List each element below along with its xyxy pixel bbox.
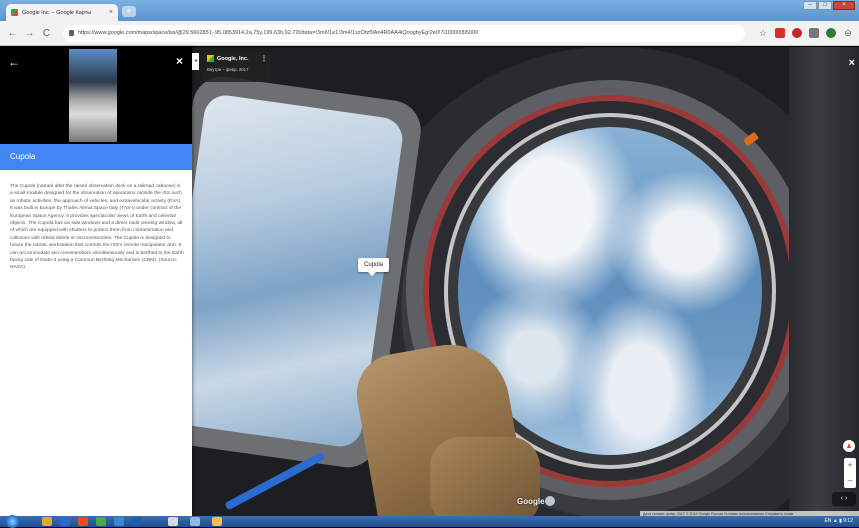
taskbar-app-icon[interactable] [60,517,70,526]
extension-icon-3[interactable] [809,28,819,38]
taskbar-app-icon[interactable] [190,517,200,526]
lock-icon [69,30,74,36]
extension-icon-2[interactable] [792,28,802,38]
more-options-icon[interactable]: ⋮ [261,55,267,62]
maximize-button[interactable]: □ [818,1,832,10]
profile-icon[interactable]: ⊖ [843,28,853,38]
taskbar-app-icon[interactable] [212,517,222,526]
extension-icon-1[interactable] [775,28,785,38]
start-button[interactable] [6,515,19,528]
tab-title: Google Inc. – Google Карты [22,9,92,16]
cupola-label[interactable]: Cupola [358,258,390,276]
bookmark-star-icon[interactable]: ☆ [758,28,768,38]
panel-title: Cupola [10,152,36,161]
cupola-photo[interactable] [69,49,117,142]
reload-button[interactable]: C [40,27,53,40]
taskbar-app-icon[interactable] [96,517,106,526]
close-street-view-icon[interactable]: × [849,57,855,69]
image-nav-arrows[interactable]: ‹ › [832,492,856,506]
address-bar[interactable]: https://www.google.com/maps/space/iss/@2… [63,24,745,42]
panel-photo[interactable]: ← × [0,47,192,144]
pegman-icon[interactable] [545,496,555,506]
place-name: Google, Inc. [217,55,249,62]
browser-toolbar: ← → C https://www.google.com/maps/space/… [0,21,859,46]
window-close-button[interactable]: × [833,1,855,10]
taskbar-app-icon[interactable] [114,517,124,526]
minimize-button[interactable]: – [803,1,817,10]
google-logo: Google [517,497,545,506]
window-controls: – □ × [803,1,855,10]
zoom-control[interactable]: + – [844,458,856,488]
address-url: https://www.google.com/maps/space/iss/@2… [78,30,479,36]
tab-close-icon[interactable]: × [109,9,113,16]
place-logo-icon [207,55,214,62]
back-button[interactable]: ← [6,27,19,40]
back-arrow-icon[interactable]: ← [8,55,20,69]
chrome-taskbar-icon[interactable] [168,517,178,526]
new-tab-button[interactable]: + [122,6,136,17]
browser-tab[interactable]: Google Inc. – Google Карты × [6,4,118,21]
system-tray[interactable]: EN ▲ ▮ 9:12 [824,518,853,524]
forward-button[interactable]: → [23,27,36,40]
close-panel-icon[interactable]: × [176,54,183,68]
extension-icon-4[interactable] [826,28,836,38]
panel-description: The Cupola (named after the raised obser… [10,184,184,271]
zoom-in-button[interactable]: + [844,458,856,473]
info-panel: ← × Cupola The Cupola (named after the r… [0,47,192,516]
taskbar-app-icon[interactable] [78,517,88,526]
windows-taskbar: EN ▲ ▮ 9:12 [0,515,859,528]
place-card[interactable]: Google, Inc. ⋮ Внутри – февр. 2017 [203,52,271,82]
compass-icon[interactable] [843,440,855,452]
place-date: Внутри – февр. 2017 [207,67,249,72]
collapse-panel-button[interactable]: ◂ [192,53,199,70]
explorer-icon[interactable] [42,517,52,526]
panel-header: Cupola [0,144,192,170]
taskbar-app-icon[interactable] [132,517,142,526]
maps-favicon-icon [11,9,18,16]
browser-tab-strip: Google Inc. – Google Карты × + – □ × [0,0,859,21]
zoom-out-button[interactable]: – [844,473,856,488]
